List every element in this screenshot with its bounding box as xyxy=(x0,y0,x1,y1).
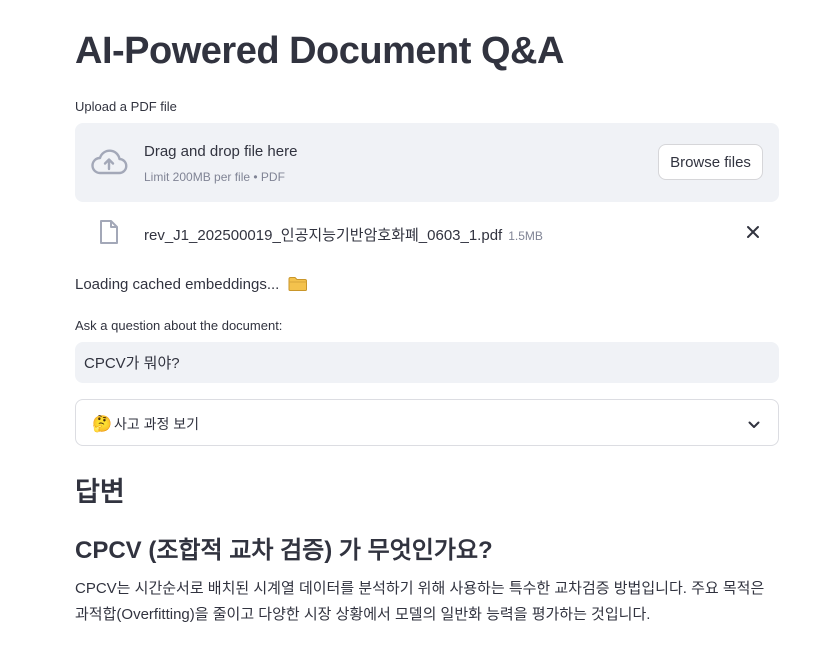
answer-heading: 답변 xyxy=(75,477,125,507)
file-name-text: rev_J1_202500019_인공지능기반암호화폐_0603_1.pdf xyxy=(144,227,503,244)
file-size: 1.5MB xyxy=(508,229,543,243)
file-dropzone[interactable]: Drag and drop file here Limit 200MB per … xyxy=(75,123,779,202)
answer-subheading: CPCV (조합적 교차 검증) 가 무엇인가요? xyxy=(75,537,493,564)
thinking-emoji-icon: 🤔 xyxy=(92,416,112,433)
status-text: Loading cached embeddings... xyxy=(75,276,280,293)
question-input[interactable] xyxy=(75,342,779,383)
file-icon xyxy=(98,219,120,250)
answer-body: CPCV는 시간순서로 배치된 시계열 데이터를 분석하기 위해 사용하는 특수… xyxy=(75,580,765,623)
dropzone-limit: Limit 200MB per file • PDF xyxy=(144,170,285,184)
folder-icon xyxy=(288,276,308,296)
page-title: AI-Powered Document Q&A xyxy=(75,30,564,72)
upload-label: Upload a PDF file xyxy=(75,99,177,114)
chevron-down-icon xyxy=(748,417,760,435)
status-message: Loading cached embeddings... xyxy=(75,276,308,296)
uploaded-file-name: rev_J1_202500019_인공지능기반암호화폐_0603_1.pdf 1.… xyxy=(144,224,543,245)
expander-label: 사고 과정 보기 xyxy=(114,416,200,432)
cloud-upload-icon xyxy=(90,147,128,182)
thinking-process-expander[interactable]: 🤔 사고 과정 보기 xyxy=(75,399,779,446)
uploaded-file-item: rev_J1_202500019_인공지능기반암호화폐_0603_1.pdf 1.… xyxy=(75,213,779,253)
close-icon[interactable] xyxy=(745,224,761,245)
dropzone-instructions: Drag and drop file here xyxy=(144,143,298,160)
question-label: Ask a question about the document: xyxy=(75,318,283,333)
browse-files-button[interactable]: Browse files xyxy=(658,144,763,180)
